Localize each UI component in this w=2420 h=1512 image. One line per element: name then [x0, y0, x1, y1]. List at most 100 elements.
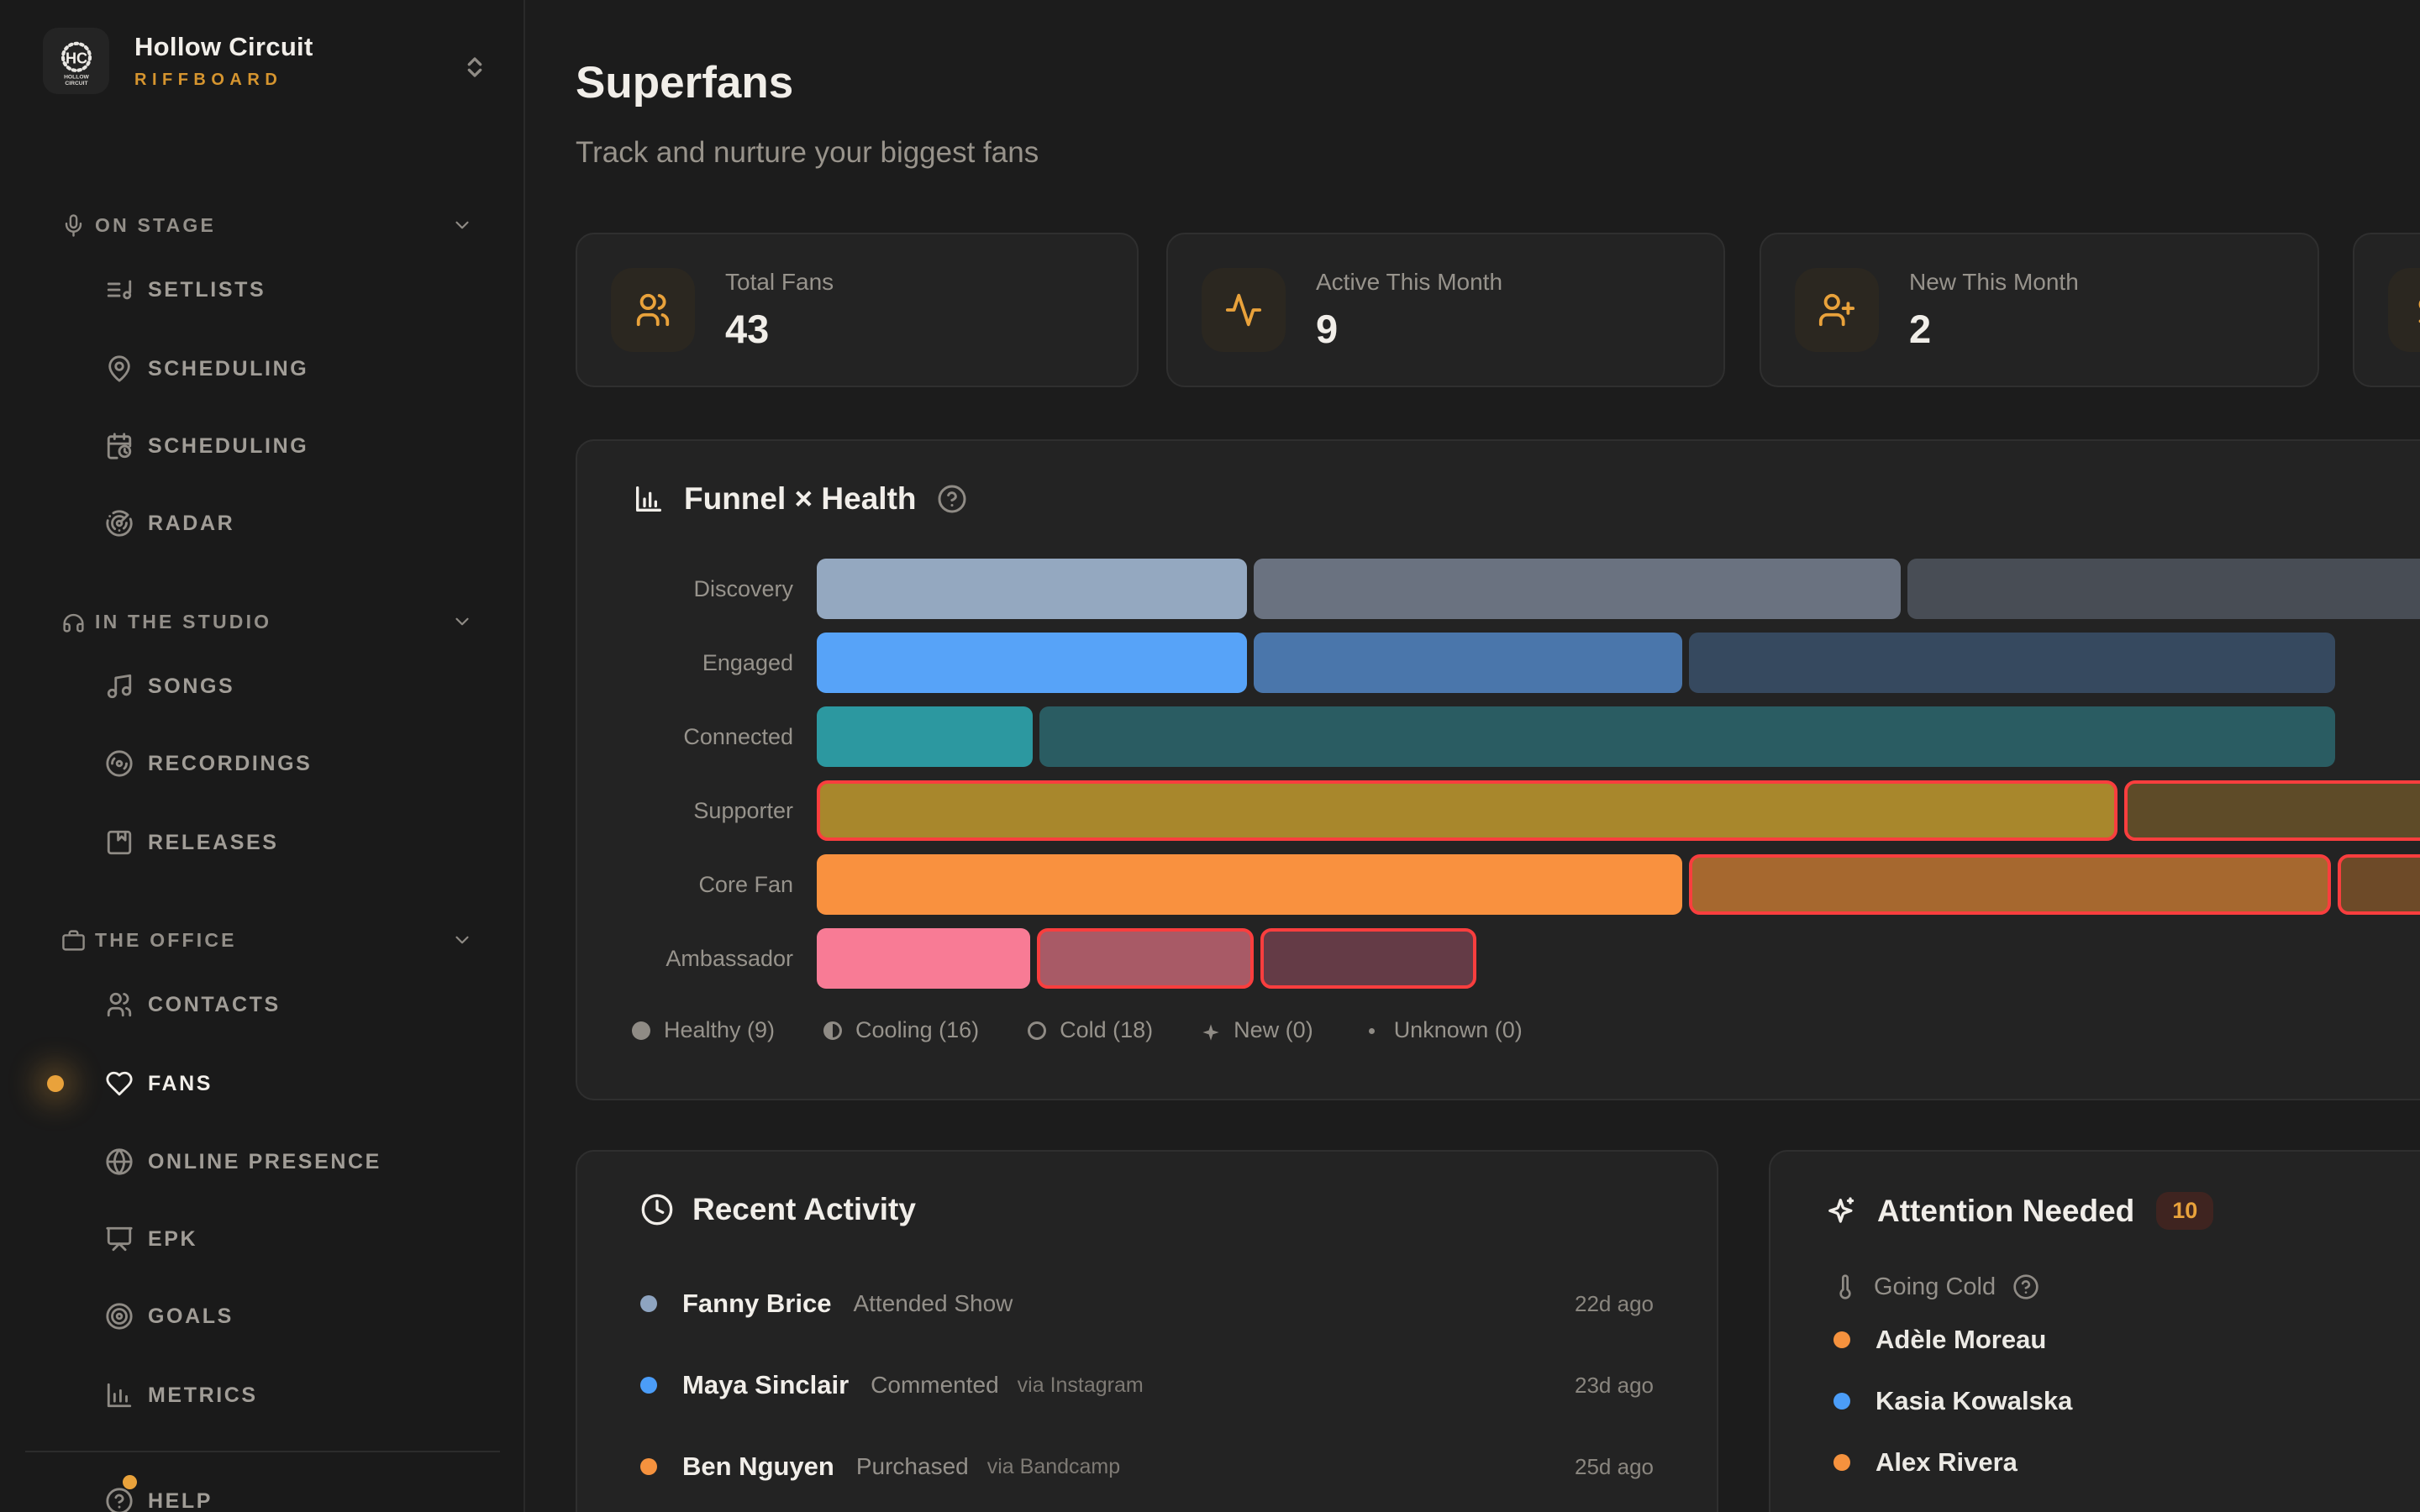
- funnel-stage-label: Discovery: [632, 576, 793, 602]
- attention-needed-title: Attention Needed: [1877, 1194, 2134, 1229]
- legend-item: New (0): [1202, 1017, 1313, 1043]
- funnel-row: Core Fan: [632, 854, 2420, 915]
- legend-item: Cooling (16): [823, 1017, 979, 1043]
- activity-action: Attended Show: [853, 1290, 1013, 1317]
- sidebar-item-releases[interactable]: RELEASES: [0, 804, 525, 881]
- funnel-segment-cold[interactable]: [1907, 559, 2420, 619]
- activity-channel: via Instagram: [1018, 1373, 1144, 1398]
- chevron-down-icon: [451, 611, 473, 633]
- activity-action: Commented: [871, 1372, 999, 1399]
- activity-row[interactable]: Maya Sinclair Commented via Instagram 23…: [640, 1356, 1654, 1415]
- legend-item: Unknown (0): [1362, 1017, 1523, 1043]
- funnel-segment-cold[interactable]: [1689, 633, 2335, 693]
- funnel-segment-healthy[interactable]: [817, 854, 1682, 915]
- sidebar-item-online-presence[interactable]: ONLINE PRESENCE: [0, 1123, 525, 1200]
- status-dot: [1833, 1393, 1850, 1410]
- funnel-panel-title: Funnel × Health: [684, 481, 917, 517]
- sparkles-icon: [1825, 1194, 1859, 1228]
- sidebar-item-goals[interactable]: GOALS: [0, 1278, 525, 1355]
- sidebar-nav: PROJECTS ON STAGE SETLISTS SCHEDULING SC…: [0, 109, 525, 1512]
- funnel-bar: [817, 706, 2420, 767]
- funnel-segment-healthy[interactable]: [817, 706, 1033, 767]
- fan-name: Alex Rivera: [1876, 1447, 2018, 1478]
- attention-count-badge: 10: [2156, 1192, 2213, 1230]
- sidebar-item-setlists[interactable]: SETLISTS: [0, 251, 525, 328]
- funnel-row: Discovery: [632, 559, 2420, 619]
- svg-text:HC: HC: [65, 50, 87, 66]
- stat-value: 43: [725, 306, 834, 352]
- stat-card-total-fans: Total Fans 43: [576, 233, 1139, 387]
- going-cold-fan[interactable]: Alex Rivera: [1833, 1439, 2018, 1486]
- stat-value: 2: [1909, 306, 2079, 352]
- map-pin-icon: [105, 354, 134, 383]
- sidebar-item-metrics[interactable]: METRICS: [0, 1357, 525, 1434]
- status-dot: [640, 1377, 657, 1394]
- going-cold-fan[interactable]: Adèle Moreau: [1833, 1316, 2046, 1363]
- activity-action: Purchased: [856, 1453, 969, 1480]
- funnel-segment-cooling[interactable]: [1254, 633, 1682, 693]
- fan-name: Fanny Brice: [682, 1289, 831, 1319]
- users-icon: [611, 268, 695, 352]
- help-circle-icon[interactable]: [2012, 1273, 2039, 1300]
- funnel-segment-healthy[interactable]: [817, 559, 1247, 619]
- bar-chart-icon: [105, 1381, 134, 1410]
- recent-activity-title: Recent Activity: [692, 1192, 916, 1227]
- fan-name: Kasia Kowalska: [1876, 1386, 2072, 1416]
- legend-tinydot-glyph: [1362, 1021, 1381, 1040]
- page-title: Superfans: [576, 57, 793, 108]
- page-subtitle: Track and nurture your biggest fans: [576, 136, 1039, 170]
- sidebar-item-fans[interactable]: FANS: [0, 1045, 525, 1122]
- activity-time: 25d ago: [1575, 1454, 1654, 1480]
- legend-outline-glyph: [1028, 1021, 1046, 1040]
- vinyl-disc-icon: [105, 749, 134, 778]
- funnel-segment-cooling[interactable]: [817, 780, 2118, 841]
- sidebar-item-scheduling[interactable]: SCHEDULING: [0, 407, 525, 485]
- sidebar-item-help[interactable]: HELP: [0, 1462, 525, 1512]
- funnel-health-panel: Funnel × Health DiscoveryEngagedConnecte…: [576, 439, 2420, 1100]
- chevron-down-icon: [451, 929, 473, 951]
- sidebar-item-epk[interactable]: EPK: [0, 1200, 525, 1278]
- activity-row[interactable]: Fanny Brice Attended Show 22d ago: [640, 1274, 1654, 1333]
- bar-chart-icon: [632, 482, 666, 516]
- folder-icon: [105, 109, 134, 110]
- sidebar-item-songs[interactable]: SONGS: [0, 648, 525, 725]
- going-cold-fan[interactable]: Kasia Kowalska: [1833, 1378, 2072, 1425]
- legend-item: Healthy (9): [632, 1017, 775, 1043]
- funnel-segment-cold[interactable]: [2338, 854, 2420, 915]
- funnel-bar: [817, 928, 2420, 989]
- stat-label: Active This Month: [1316, 269, 1502, 296]
- sidebar-item-projects[interactable]: PROJECTS: [0, 109, 525, 134]
- chevrons-up-down-icon[interactable]: [458, 44, 492, 91]
- funnel-segment-cooling[interactable]: [1254, 559, 1901, 619]
- funnel-segment-cold[interactable]: [2124, 780, 2420, 841]
- thermometer-icon: [1832, 1273, 1859, 1300]
- funnel-row: Supporter: [632, 780, 2420, 841]
- sidebar-item-venues[interactable]: SCHEDULING: [0, 330, 525, 407]
- sidebar-item-contacts[interactable]: CONTACTS: [0, 966, 525, 1043]
- funnel-segment-healthy[interactable]: [817, 928, 1030, 989]
- microphone-icon: [61, 213, 86, 238]
- funnel-segment-cooling[interactable]: [1689, 854, 2331, 915]
- album-icon: [105, 828, 134, 857]
- stat-card-new-this-month: New This Month 2: [1760, 233, 2319, 387]
- funnel-segment-cold[interactable]: [1260, 928, 1476, 989]
- funnel-segment-healthy[interactable]: [817, 633, 1247, 693]
- activity-channel: via Bandcamp: [987, 1455, 1120, 1479]
- fan-name: Maya Sinclair: [682, 1370, 849, 1400]
- radar-icon: [105, 509, 134, 538]
- band-switcher[interactable]: HC HOLLOW CIRCUIT Hollow Circuit RIFFBOA…: [43, 28, 313, 94]
- funnel-stage-label: Ambassador: [632, 946, 793, 972]
- funnel-rows: DiscoveryEngagedConnectedSupporterCore F…: [632, 559, 2420, 1002]
- help-circle-icon[interactable]: [937, 484, 967, 514]
- sidebar-item-radar[interactable]: RADAR: [0, 485, 525, 562]
- sidebar-item-recordings[interactable]: RECORDINGS: [0, 725, 525, 802]
- funnel-segment-cooling[interactable]: [1037, 928, 1254, 989]
- activity-row[interactable]: Ben Nguyen Purchased via Bandcamp 25d ag…: [640, 1437, 1654, 1496]
- funnel-bar: [817, 559, 2420, 619]
- sidebar-divider: [25, 1451, 500, 1452]
- attention-needed-header: Attention Needed 10: [1825, 1192, 2213, 1230]
- funnel-segment-cooling[interactable]: [1039, 706, 2335, 767]
- band-logo: HC HOLLOW CIRCUIT: [43, 28, 109, 94]
- stat-card-partial: [2353, 233, 2420, 387]
- going-cold-label: Going Cold: [1874, 1273, 1996, 1301]
